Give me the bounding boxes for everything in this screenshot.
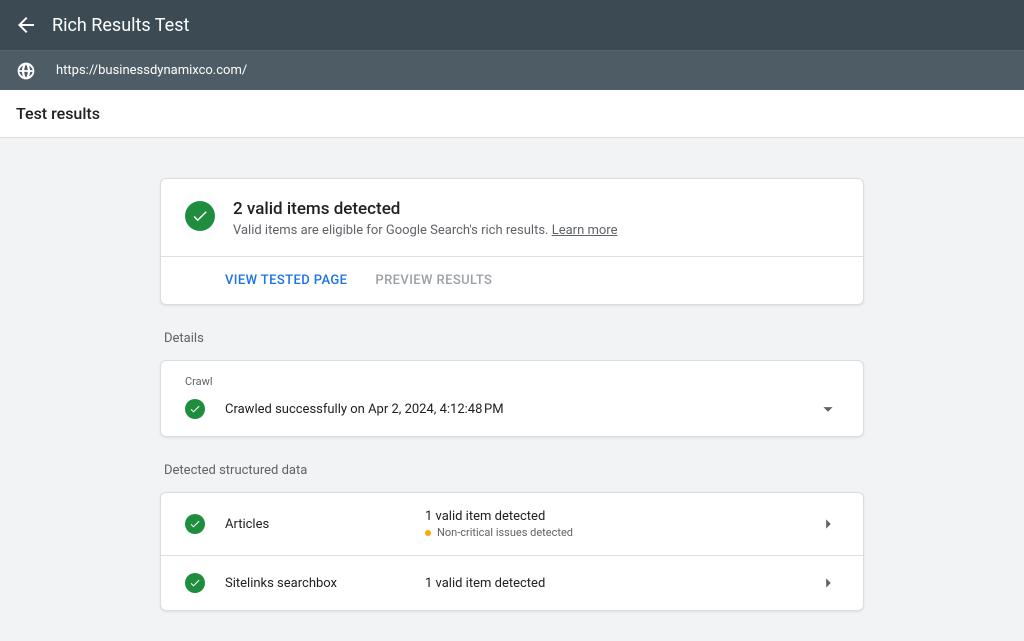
chevron-right-icon bbox=[817, 513, 839, 535]
url-bar: https://businessdynamixco.com/ bbox=[0, 50, 1024, 90]
arrow-left-icon bbox=[14, 13, 38, 37]
section-bar: Test results bbox=[0, 90, 1024, 138]
titlebar: Rich Results Test bbox=[0, 0, 1024, 50]
item-status-block: 1 valid item detected Non-critical issue… bbox=[425, 509, 817, 539]
content: 2 valid items detected Valid items are e… bbox=[152, 178, 872, 641]
item-status: 1 valid item detected bbox=[425, 576, 817, 591]
tested-url: https://businessdynamixco.com/ bbox=[56, 63, 247, 78]
check-circle-icon bbox=[185, 573, 205, 593]
structured-data-row-articles[interactable]: Articles 1 valid item detected Non-criti… bbox=[161, 493, 863, 555]
learn-more-link[interactable]: Learn more bbox=[552, 223, 618, 238]
globe-icon bbox=[14, 59, 38, 83]
page-title: Rich Results Test bbox=[52, 15, 189, 36]
structured-data-card: Articles 1 valid item detected Non-criti… bbox=[160, 492, 864, 611]
crawl-card: Crawl Crawled successfully on Apr 2, 202… bbox=[160, 360, 864, 437]
summary-card: 2 valid items detected Valid items are e… bbox=[160, 178, 864, 305]
summary-headline: 2 valid items detected bbox=[233, 199, 617, 219]
chevron-right-icon bbox=[817, 572, 839, 594]
back-button[interactable] bbox=[14, 13, 38, 37]
item-name: Sitelinks searchbox bbox=[225, 576, 425, 591]
check-circle-icon bbox=[185, 399, 205, 419]
structured-data-row-sitelinks[interactable]: Sitelinks searchbox 1 valid item detecte… bbox=[161, 555, 863, 610]
chevron-down-icon bbox=[817, 398, 839, 420]
warning-dot-icon bbox=[425, 530, 431, 536]
details-label: Details bbox=[164, 331, 860, 346]
item-status: 1 valid item detected bbox=[425, 509, 817, 524]
section-title: Test results bbox=[16, 104, 1008, 123]
item-name: Articles bbox=[225, 517, 425, 532]
crawl-row[interactable]: Crawled successfully on Apr 2, 2024, 4:1… bbox=[161, 388, 863, 436]
summary-subtext: Valid items are eligible for Google Sear… bbox=[233, 223, 617, 238]
summary-header: 2 valid items detected Valid items are e… bbox=[161, 179, 863, 257]
summary-subtext-text: Valid items are eligible for Google Sear… bbox=[233, 223, 552, 238]
item-warning-text: Non-critical issues detected bbox=[437, 526, 573, 539]
check-circle-icon bbox=[185, 514, 205, 534]
summary-actions: VIEW TESTED PAGE PREVIEW RESULTS bbox=[161, 257, 863, 304]
item-warning: Non-critical issues detected bbox=[425, 526, 817, 539]
check-circle-icon bbox=[185, 201, 215, 231]
crawl-status: Crawled successfully on Apr 2, 2024, 4:1… bbox=[225, 402, 817, 417]
view-tested-page-button[interactable]: VIEW TESTED PAGE bbox=[225, 273, 347, 288]
crawl-label: Crawl bbox=[161, 361, 863, 388]
item-status-block: 1 valid item detected bbox=[425, 576, 817, 591]
preview-results-button: PREVIEW RESULTS bbox=[375, 273, 492, 288]
detected-label: Detected structured data bbox=[164, 463, 860, 478]
